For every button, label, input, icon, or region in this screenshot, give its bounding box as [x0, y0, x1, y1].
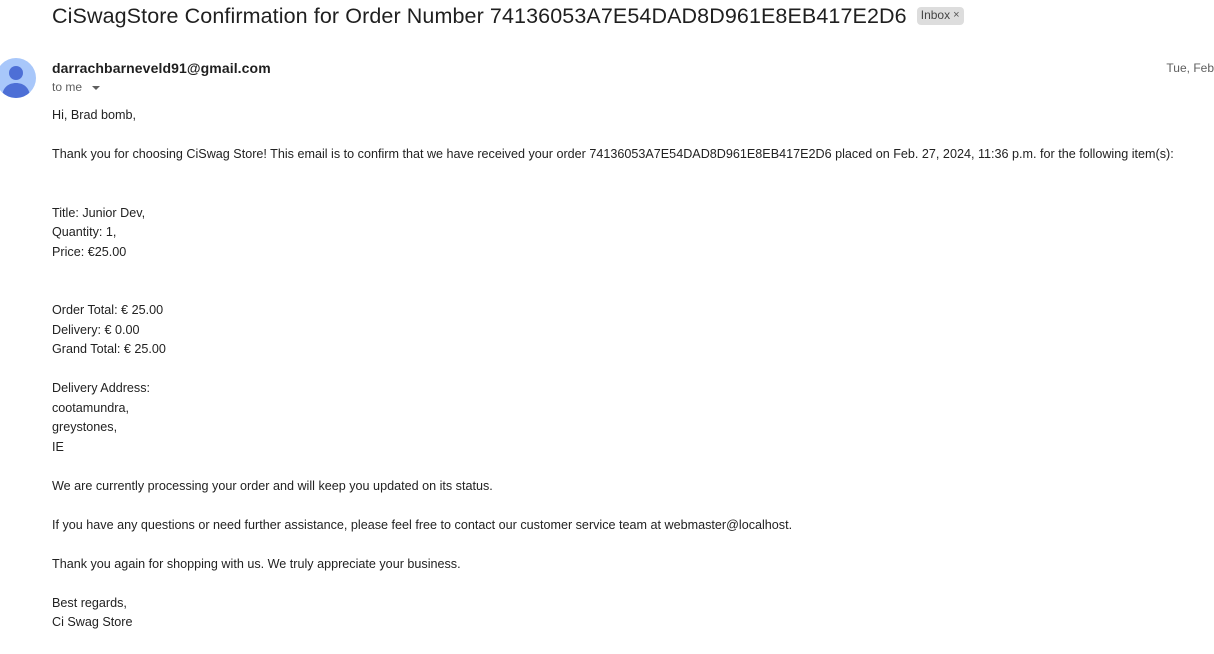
delivery-cost: Delivery: € 0.00 [52, 322, 140, 337]
intro-paragraph: Thank you for choosing CiSwag Store! Thi… [52, 147, 1174, 161]
email-date: Tue, Feb [1166, 61, 1214, 75]
inbox-label-text: Inbox [920, 8, 951, 22]
address-heading: Delivery Address: [52, 381, 150, 395]
questions-paragraph: If you have any questions or need furthe… [52, 517, 793, 532]
item-price: Price: €25.00 [52, 244, 127, 259]
greeting-line: Hi, Brad bomb, [52, 108, 136, 122]
email-subject: CiSwagStore Confirmation for Order Numbe… [52, 3, 907, 28]
address-line-1: cootamundra, [52, 400, 130, 415]
recipient-details-toggle[interactable]: to me [52, 80, 101, 94]
processing-paragraph: We are currently processing your order a… [52, 478, 493, 493]
inbox-label-chip[interactable]: Inbox × [916, 7, 964, 25]
address-line-2: greystones, [52, 420, 118, 434]
chevron-down-icon[interactable] [92, 85, 101, 90]
item-quantity: Quantity: 1, [52, 225, 117, 239]
address-line-3: IE [52, 439, 64, 454]
order-total: Order Total: € 25.00 [52, 303, 164, 317]
email-body: Hi, Brad bomb, Thank you for choosing Ci… [52, 106, 1214, 633]
signature-line: Ci Swag Store [52, 615, 133, 629]
person-icon [2, 66, 30, 98]
email-view: CiSwagStore Confirmation for Order Numbe… [0, 0, 1214, 654]
subject-row: CiSwagStore Confirmation for Order Numbe… [52, 1, 964, 31]
recipient-label: to me [52, 80, 83, 94]
item-title: Title: Junior Dev, [52, 205, 146, 220]
sender-avatar[interactable] [0, 58, 36, 98]
sender-email[interactable]: darrachbarneveld91@gmail.com [52, 60, 271, 76]
grand-total: Grand Total: € 25.00 [52, 342, 166, 356]
remove-label-icon[interactable]: × [953, 8, 959, 23]
signoff-line: Best regards, [52, 595, 127, 610]
thanks-paragraph: Thank you again for shopping with us. We… [52, 556, 461, 571]
